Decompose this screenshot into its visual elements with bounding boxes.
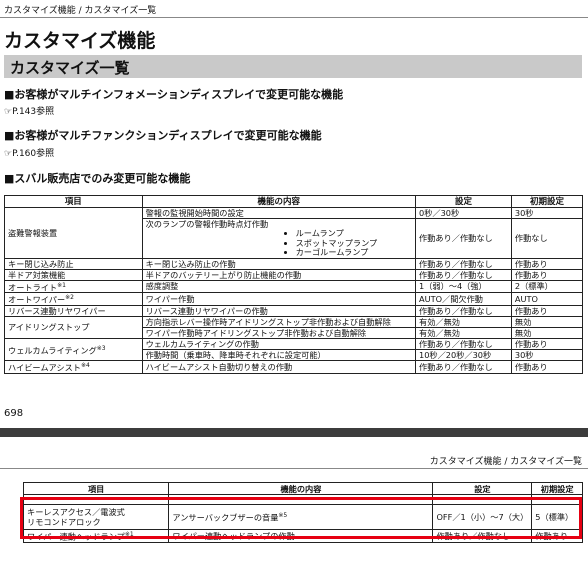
cell-content: 半ドアのバッテリー上がり防止機能の作動 [141,268,417,281]
cell-content: 方向指示レバー操作時アイドリングストップ非作動および自動解除 [141,315,417,328]
cell-setting: 作動あり／作動なし [415,268,512,281]
header-rule [0,17,588,18]
cell-item: キー閉じ込み防止 [4,257,143,270]
table-header-row: 項目 機能の内容 設定 初期設定 [22,482,583,495]
cell-content: 作動時間（乗車時、降車時それぞれに設定可能） [141,348,417,361]
cell-default: 作動あり [510,257,584,270]
table-row: リバース連動リヤワイパー リバース連動リヤワイパーの作動 作動あり／作動なし 作… [4,304,584,317]
page-divider [0,428,588,437]
cell-setting: 有効／無効 [415,315,512,328]
table-row: アイドリングストップ 方向指示レバー操作時アイドリングストップ非作動および自動解… [4,315,584,339]
footnote-mark: ※4 [80,361,90,369]
header-setting: 設定 [415,195,512,208]
item-label: 半ドア対策機能 [8,269,66,280]
header-setting: 設定 [432,482,533,495]
item-label: ハイビームアシスト [8,362,81,373]
cell-setting: 作動あり／作動なし [415,218,512,259]
header-default: 初期設定 [531,482,583,495]
cell-setting: 作動あり／作動なし [415,359,512,374]
cell-item: ハイビームアシスト※4 [4,359,143,374]
item-label: キー閉じ込み防止 [8,258,74,269]
item-label: ウェルカムライティング [8,345,97,356]
cell-content: 次のランプの警報作動時点灯作動 ルームランプ スポットマップランプ カーゴルーム… [141,218,417,259]
item-label: リバース連動リヤワイパー [8,305,106,316]
cell-content: リバース連動リヤワイパーの作動 [141,304,417,317]
table-row: ウェルカムライティング※3 ウェルカムライティングの作動 作動あり／作動なし 作… [4,337,584,361]
header-content: 機能の内容 [168,482,434,495]
cell-setting: 1（弱）～4（強） [415,279,512,294]
cell-item: オートワイパー※2 [4,292,143,306]
page-title: カスタマイズ機能 [4,30,156,52]
cell-content: 警報の監視開始時間の設定 [141,207,417,219]
cell-setting: 有効／無効 [415,326,512,339]
item-label: オートワイパー [8,294,66,305]
section-ref-mid[interactable]: ☞P.143参照 [4,104,54,117]
cell-content: ワイパー作動時アイドリングストップ非作動および自動解除 [141,326,417,339]
page-subtitle: カスタマイズ一覧 [10,59,130,77]
breadcrumb: カスタマイズ機能 / カスタマイズ一覧 [4,6,157,16]
header-default: 初期設定 [510,195,584,208]
cell-default: 作動あり [510,359,584,374]
highlight-box [20,497,582,539]
customize-table: 項目 機能の内容 設定 初期設定 盗難警報装置 警報の監視開始時間の設定 0秒／… [4,195,584,374]
cell-default: 作動なし [510,218,584,259]
table-row: オートワイパー※2 ワイパー作動 AUTO／間欠作動 AUTO [4,292,584,306]
page-number: 698 [4,408,24,419]
table-row: 半ドア対策機能 半ドアのバッテリー上がり防止機能の作動 作動あり／作動なし 作動… [4,268,584,281]
cell-setting: 作動あり／作動なし [415,337,512,350]
lamp-list: ルームランプ スポットマップランプ カーゴルームランプ [146,228,412,258]
cell-setting: AUTO／間欠作動 [415,292,512,306]
cell-item: ウェルカムライティング※3 [4,337,143,361]
cell-default: 30秒 [510,348,584,361]
cell-default: 作動あり [510,304,584,317]
cell-item: オートライト※1 [4,279,143,294]
cell-content: ハイビームアシスト自動切り替えの作動 [141,359,417,374]
table-row: 盗難警報装置 警報の監視開始時間の設定 0秒／30秒 30秒 [4,207,584,259]
breadcrumb-next-page: カスタマイズ機能 / カスタマイズ一覧 [429,457,582,467]
header-item: 項目 [22,482,170,495]
table-row: オートライト※1 感度調整 1（弱）～4（強） 2（標準） [4,279,584,294]
cell-default: 無効 [510,315,584,328]
cell-item: 盗難警報装置 [4,207,143,259]
footnote-mark: ※1 [57,281,66,289]
cell-setting: 0秒／30秒 [415,207,512,219]
table-row: ハイビームアシスト※4 ハイビームアシスト自動切り替えの作動 作動あり／作動なし… [4,359,584,374]
section-heading-dealer: ■スバル販売店でのみ変更可能な機能 [4,172,191,185]
cell-item: アイドリングストップ [4,315,143,339]
footnote-mark: ※3 [96,344,106,352]
footnote-mark: ※2 [65,294,75,302]
cell-default: 作動あり [510,268,584,281]
item-label: オートライト [8,282,58,293]
cell-content: キー閉じ込み防止の作動 [141,257,417,270]
cell-default: 無効 [510,326,584,339]
cell-default: 30秒 [510,207,584,219]
cell-setting: 作動あり／作動なし [415,304,512,317]
section-ref-mfd[interactable]: ☞P.160参照 [4,146,54,159]
table-row: キー閉じ込み防止 キー閉じ込み防止の作動 作動あり／作動なし 作動あり [4,257,584,270]
cell-setting: 10秒／20秒／30秒 [415,348,512,361]
cell-content-text: 次のランプの警報作動時点灯作動 [145,219,269,229]
cell-item: リバース連動リヤワイパー [4,304,143,317]
table-header-row: 項目 機能の内容 設定 初期設定 [4,195,584,208]
list-item: カーゴルームランプ [296,247,412,258]
cell-default: 作動あり [510,337,584,350]
cell-content: 感度調整 [141,279,417,294]
cell-content: ワイパー作動 [141,292,417,306]
header-item: 項目 [4,195,143,208]
section-heading-mfd: ■お客様がマルチファンクションディスプレイで変更可能な機能 [4,129,322,142]
cell-item: 半ドア対策機能 [4,268,143,281]
cell-content: ウェルカムライティングの作動 [141,337,417,350]
header-rule-next-page [0,468,588,469]
cell-setting: 作動あり／作動なし [415,257,512,270]
cell-default: AUTO [510,292,584,306]
section-heading-mid: ■お客様がマルチインフォメーションディスプレイで変更可能な機能 [4,88,344,101]
cell-default: 2（標準） [510,279,584,294]
header-content: 機能の内容 [141,195,417,208]
